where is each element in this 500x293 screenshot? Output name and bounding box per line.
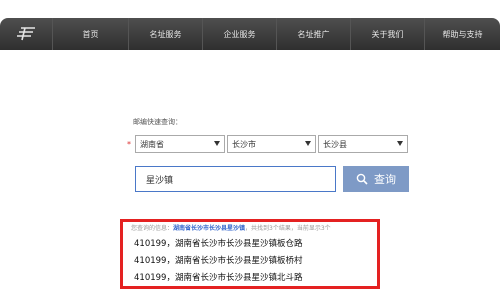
search-input-value: 星沙镇 xyxy=(146,175,174,186)
county-select[interactable]: 长沙县 xyxy=(318,135,408,153)
nav-home[interactable]: 首页 xyxy=(52,18,128,50)
search-icon xyxy=(356,173,368,185)
top-navbar: 首页 名址服务 企业服务 名址推广 关于我们 帮助与支持 xyxy=(0,18,500,50)
list-item[interactable]: 410199，湖南省长沙市长沙县星沙镇板桥村 xyxy=(134,254,302,266)
list-item[interactable]: 410199，湖南省长沙市长沙县星沙镇板仓路 xyxy=(134,237,302,249)
results-highlight-box: 410199，湖南省长沙市长沙县星沙镇板仓路 410199，湖南省长沙市长沙县星… xyxy=(120,219,380,289)
nav-help-support[interactable]: 帮助与支持 xyxy=(424,18,500,50)
nav-address-service[interactable]: 名址服务 xyxy=(128,18,202,50)
list-item[interactable]: 410199，湖南省长沙市长沙县星沙镇北斗路 xyxy=(134,271,302,283)
nav-about-us[interactable]: 关于我们 xyxy=(350,18,424,50)
chevron-down-icon xyxy=(305,141,311,146)
search-button[interactable]: 查询 xyxy=(343,166,409,192)
postcode-query-label: 邮编快速查询： xyxy=(133,118,182,126)
postal-logo-icon[interactable] xyxy=(0,18,52,50)
search-input[interactable]: 星沙镇 xyxy=(135,166,336,192)
city-value: 长沙市 xyxy=(232,139,256,149)
chevron-down-icon xyxy=(397,141,403,146)
search-button-label: 查询 xyxy=(374,173,396,186)
province-select[interactable]: 湖南省 xyxy=(135,135,225,153)
nav-enterprise-service[interactable]: 企业服务 xyxy=(202,18,276,50)
required-star: * xyxy=(127,140,131,149)
county-value: 长沙县 xyxy=(323,139,347,149)
nav-address-promotion[interactable]: 名址推广 xyxy=(276,18,350,50)
province-value: 湖南省 xyxy=(140,139,164,149)
city-select[interactable]: 长沙市 xyxy=(227,135,316,153)
chevron-down-icon xyxy=(214,141,220,146)
